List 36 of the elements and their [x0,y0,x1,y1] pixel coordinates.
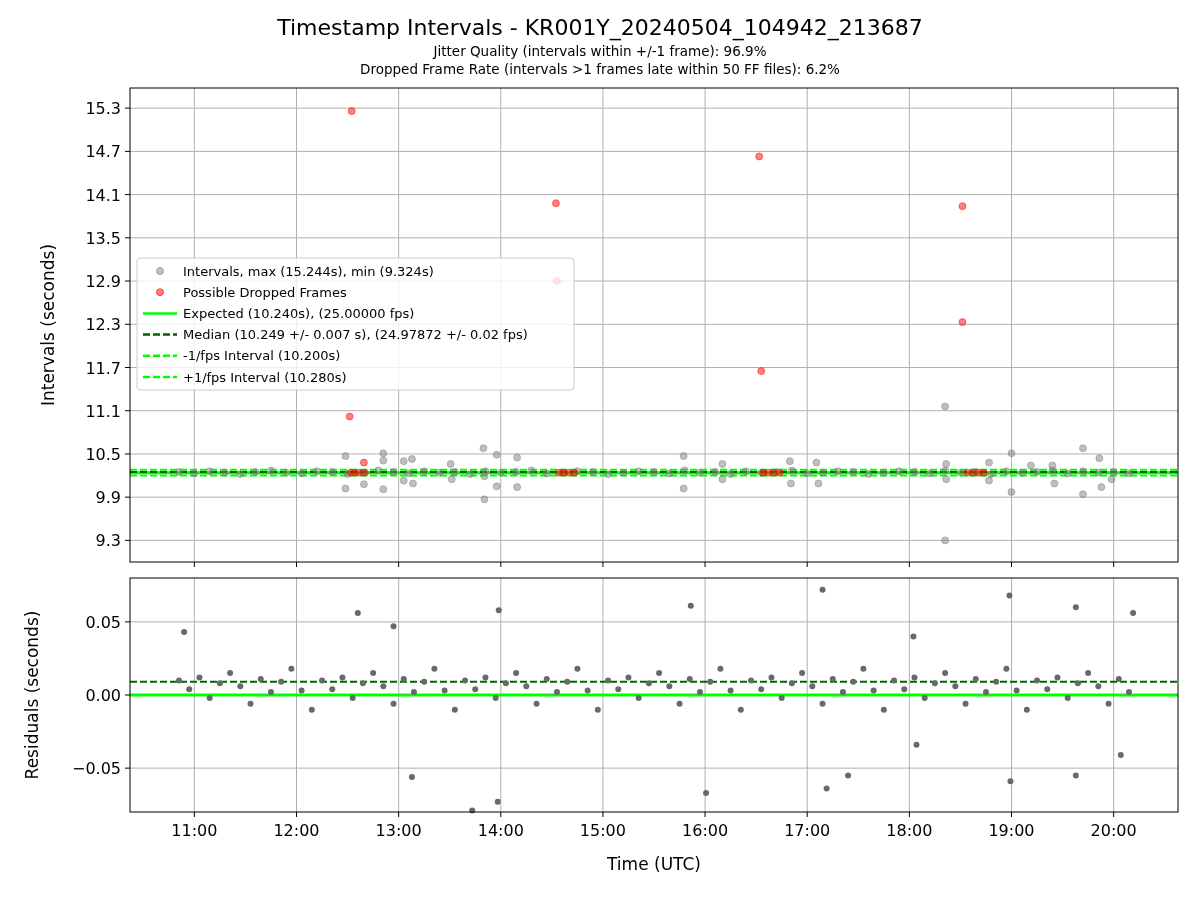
axis-label: Residuals (seconds) [22,610,42,780]
axis-tick-label: 15.3 [85,99,121,119]
legend-label: Median (10.249 +/- 0.007 s), (24.97872 +/- 0.02 fps) [183,327,528,343]
axis-tick-label: 0.00 [85,686,121,705]
axis-tick-label: 0.05 [85,612,121,632]
axis-tick-label: 11:00 [171,821,218,840]
axis-tick-label: 14:00 [477,821,524,840]
axis-tick-label: 12:00 [273,821,320,840]
axis-tick-label: 9.3 [95,531,121,551]
axis-tick-label: 17:00 [784,821,831,840]
axis-tick-label: 12.9 [85,272,121,292]
axis-tick-label: 14.1 [85,185,121,205]
axis-tick-label: 18:00 [886,821,933,840]
axis-tick-label: 13:00 [375,821,422,840]
axis-tick-label: 9.9 [95,488,121,508]
axis-label: Time (UTC) [607,854,701,874]
legend-label: -1/fps Interval (10.200s) [183,348,341,364]
chart-subtitle: Jitter Quality (intervals within +/-1 frame): 96.9% [433,42,767,60]
axis-tick-label: 13.5 [85,228,121,248]
chart-subtitle: Dropped Frame Rate (intervals >1 frames late within 50 FF files): 6.2% [360,60,840,78]
axis-tick-label: 15:00 [579,821,626,840]
axis-tick-label: 11.7 [85,358,121,378]
legend-label: +1/fps Interval (10.280s) [183,369,347,385]
axis-tick-label: 19:00 [988,821,1035,840]
axis-tick-label: 14.7 [85,142,121,162]
chart-title: Timestamp Intervals - KR001Y_20240504_104942_213687 [277,14,923,42]
axis-label: Intervals (seconds) [38,243,58,407]
axis-tick-label: 12.3 [85,315,121,335]
legend-label: Possible Dropped Frames [183,284,347,300]
axis-tick-label: −0.05 [71,759,121,779]
axis-tick-label: 10.5 [85,444,121,464]
axis-tick-label: 16:00 [682,821,729,840]
legend-label: Expected (10.240s), (25.00000 fps) [183,305,415,321]
axis-tick-label: 20:00 [1090,821,1137,840]
legend-label: Intervals, max (15.244s), min (9.324s) [183,263,434,279]
axis-tick-label: 11.1 [85,401,121,421]
